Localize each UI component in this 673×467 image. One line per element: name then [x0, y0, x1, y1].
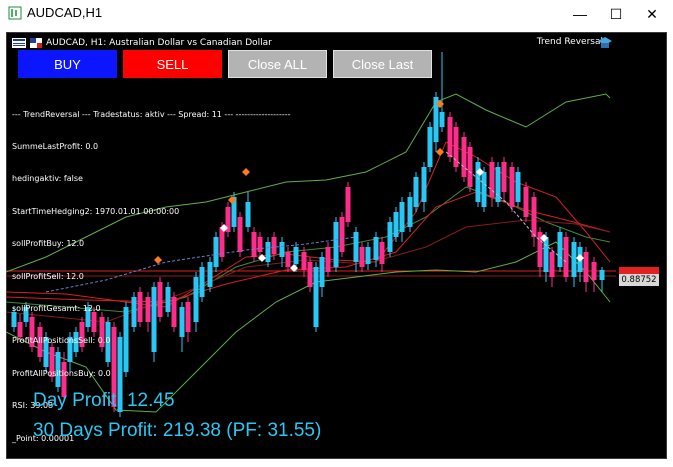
window-titlebar: AUDCAD,H1 — ☐ ✕ [0, 0, 673, 28]
candle-body [447, 117, 453, 157]
status-line: --- TrendReversal --- Tradestatus: aktiv… [12, 109, 291, 119]
close-last-button[interactable]: Close Last [333, 50, 432, 78]
status-line: ProfitAllPositionsBuy: 0.0 [12, 368, 111, 378]
y-axis-label: 0.88990 [620, 145, 658, 155]
candle-body [501, 162, 507, 192]
close-button[interactable]: ✕ [634, 0, 670, 28]
candle-body [339, 217, 345, 252]
candle-body [333, 222, 339, 267]
indicator-label: Trend Reversal [537, 37, 603, 47]
indicator-name-text: Trend Reversal [536, 37, 603, 47]
maximize-button[interactable]: ☐ [598, 0, 634, 28]
status-line: SummeLastProfit: 0.0 [12, 141, 99, 151]
candle-body [467, 147, 473, 187]
candle-body [319, 257, 325, 287]
status-line: sollProfitGesamt: 12.0 [12, 303, 101, 313]
candle-body [563, 237, 569, 277]
candle-body [591, 262, 597, 280]
candle-body [421, 167, 427, 202]
status-line: ProfitAllPositionsSell: 0.0 [12, 336, 111, 346]
candle-body [427, 127, 433, 167]
candle-body [461, 137, 467, 177]
x-axis-label: 5 Jun 18:00 [454, 447, 506, 457]
x-axis-label: 4 Jun 10:00 [199, 447, 251, 457]
candle-body [359, 247, 365, 267]
x-axis-label: 3 Jun 2025 [8, 447, 57, 457]
bid-price-marker [619, 267, 659, 274]
candle-body [325, 247, 331, 272]
candle-body [583, 252, 589, 282]
x-axis-label: 4 Jun 02:00 [135, 447, 187, 457]
close-all-button[interactable]: Close ALL [228, 50, 327, 78]
candle-body [407, 197, 413, 227]
x-axis-label: 4 Jun 18:00 [262, 447, 314, 457]
candle-body [549, 252, 555, 277]
y-axis-label: 0.88570 [620, 373, 658, 383]
current-price-tag: 0.88752 [619, 274, 659, 286]
candle-body [345, 187, 351, 222]
candle-body [557, 232, 563, 267]
candle-body [453, 127, 459, 167]
candle-body [353, 232, 359, 262]
candle-body [293, 247, 299, 264]
y-axis-label: 0.88870 [620, 210, 658, 220]
status-line: sollProfitSell: 12.0 [12, 271, 84, 281]
candle-body [543, 237, 549, 272]
candle-body [481, 172, 487, 207]
candle-body [373, 237, 379, 260]
thirty-day-profit-label: 30 Days Profit: 219.38 (PF: 31.55) [33, 420, 322, 441]
y-axis-label: 0.88630 [620, 340, 658, 350]
candle-body [399, 202, 405, 232]
candle-body [475, 162, 481, 202]
x-axis-label: 6 Jun 10:00 [582, 447, 634, 457]
status-line: StartTimeHedging2: 1970.01.01 00:00:00 [12, 206, 180, 216]
window-title: AUDCAD,H1 [27, 5, 103, 20]
chart-window-icon [8, 6, 22, 20]
sell-button[interactable]: SELL [123, 50, 222, 78]
candle-body [515, 172, 521, 202]
minimize-button[interactable]: — [562, 0, 598, 28]
x-axis-label: 5 Jun 02:00 [327, 447, 379, 457]
status-line: hedingaktiv: false [12, 174, 83, 184]
candle-body [365, 247, 371, 264]
chart-symbol-title: AUDCAD, H1: Australian Dollar vs Canadia… [46, 38, 272, 48]
candle-body [531, 197, 537, 237]
flag-icon [30, 38, 42, 48]
x-axis-label: 3 Jun 18:00 [69, 447, 121, 457]
buy-signal-marker [576, 254, 584, 262]
candle-body [599, 270, 605, 280]
x-axis-label: 6 Jun 02:00 [518, 447, 570, 457]
candle-body [509, 167, 515, 207]
y-axis-label: 0.89050 [620, 112, 658, 122]
y-axis-label: 0.89170 [620, 47, 658, 57]
candle-body [393, 212, 399, 237]
day-profit-label: Day Profit: 12.45 [33, 390, 175, 411]
status-line: sollProfitBuy: 12.0 [12, 239, 85, 249]
expert-hat-icon [598, 37, 612, 48]
candle-body [387, 222, 393, 252]
candle-body [307, 262, 313, 287]
y-axis-label: 0.89110 [620, 79, 658, 89]
candle-body [379, 242, 385, 264]
y-axis-label: 0.88930 [620, 178, 658, 188]
y-axis-label: 0.88690 [620, 307, 658, 317]
y-axis-label: 0.88510 [620, 405, 658, 415]
candle-body [413, 177, 419, 207]
candle-body [523, 187, 529, 217]
x-axis-label: 5 Jun 10:00 [390, 447, 442, 457]
buy-button[interactable]: BUY [18, 50, 117, 78]
candle-body [495, 167, 501, 202]
candle-body [313, 267, 319, 327]
chart-menu-icon[interactable] [12, 38, 26, 48]
y-axis-label: 0.88810 [620, 243, 658, 253]
candle-body [301, 252, 307, 270]
candle-body [571, 242, 577, 277]
candle-body [439, 112, 445, 127]
chart-header: AUDCAD, H1: Australian Dollar vs Canadia… [12, 36, 272, 50]
